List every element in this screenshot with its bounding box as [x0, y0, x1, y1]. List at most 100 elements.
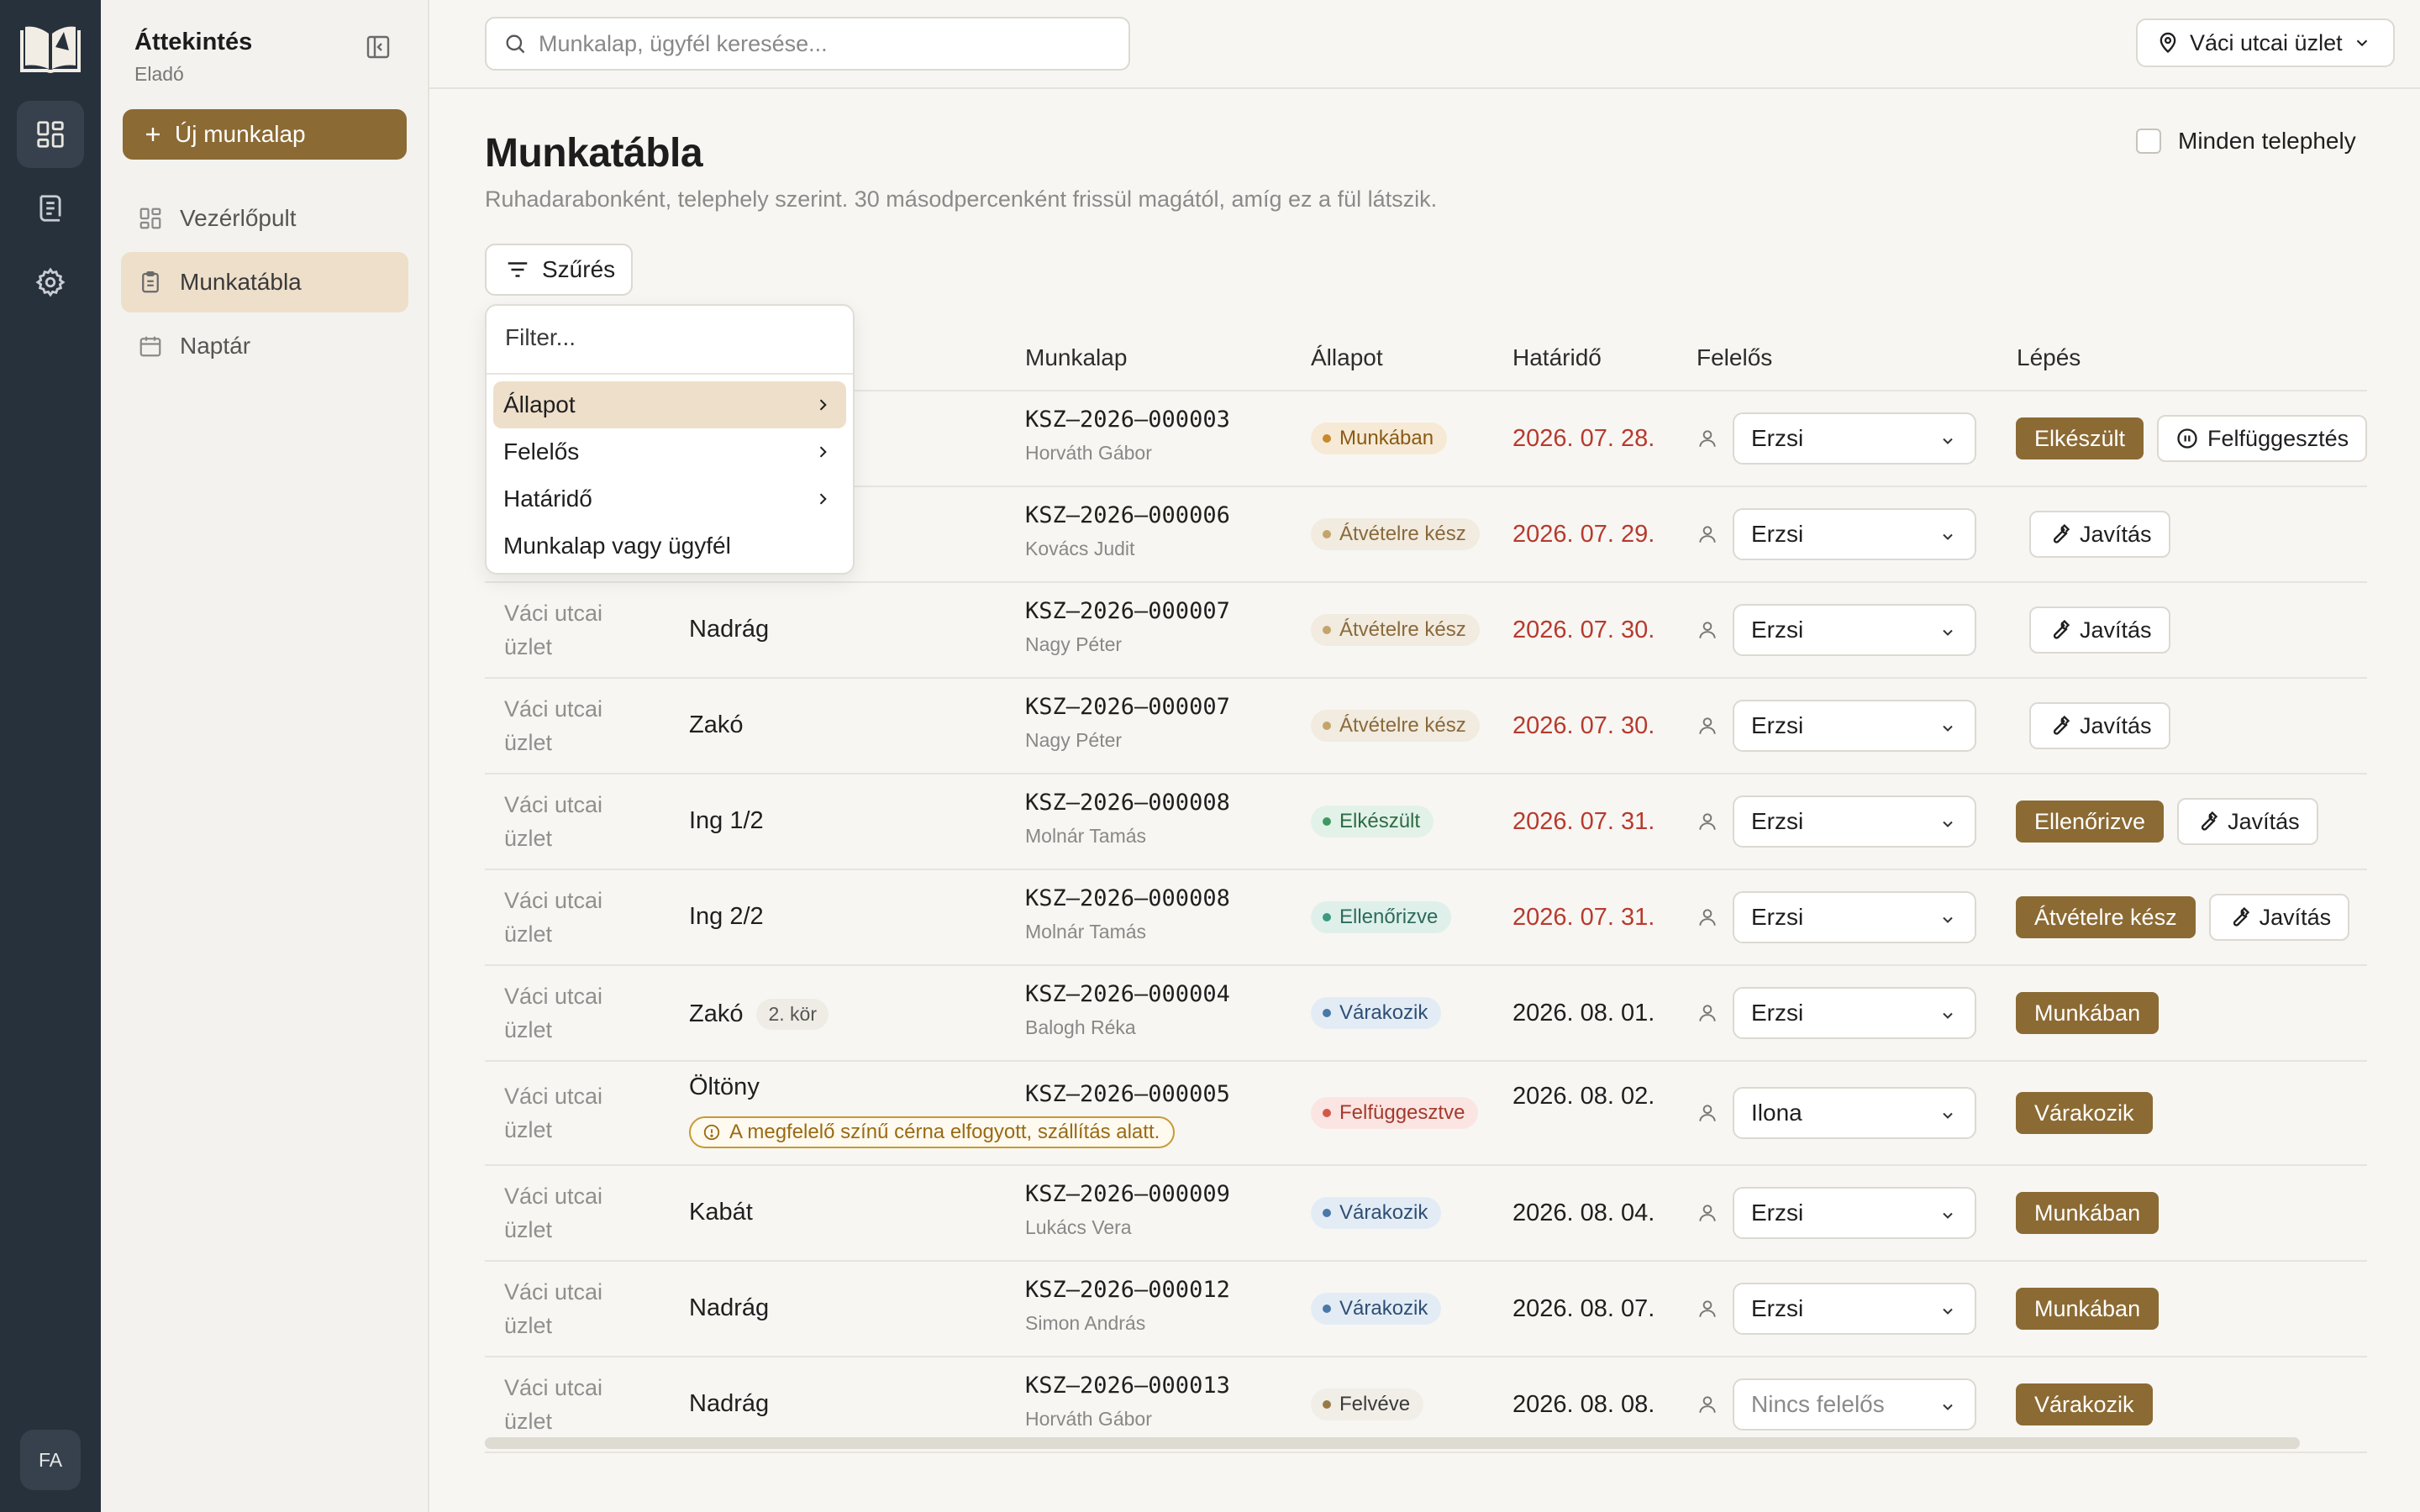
all-sites-label: Minden telephely [2178, 128, 2356, 154]
column-header-step: Lépés [2017, 344, 2081, 370]
assignee-select[interactable]: Ilona [1733, 1087, 1976, 1139]
action-label: Várakozik [2034, 1100, 2134, 1126]
step-action-button[interactable]: Várakozik [2016, 1383, 2153, 1425]
repair-button[interactable]: Javítás [2029, 511, 2170, 558]
all-sites-toggle[interactable]: Minden telephely [2136, 128, 2356, 155]
horizontal-scrollbar[interactable] [485, 1437, 2300, 1449]
worksheet-id-link[interactable]: KSZ–2026–000013 [1025, 1373, 1230, 1399]
worksheet-id-link[interactable]: KSZ–2026–000006 [1025, 502, 1230, 528]
worksheet-id-link[interactable]: KSZ–2026–000007 [1025, 694, 1230, 720]
chevron-down-icon [1939, 1207, 1956, 1224]
dropdown-item-deadline[interactable]: Határidő [493, 475, 846, 522]
assignee-select[interactable]: Erzsi [1733, 1187, 1976, 1239]
action-label: Javítás [2080, 712, 2152, 738]
wrench-icon [2196, 810, 2219, 833]
search-input[interactable] [539, 30, 1110, 57]
rail-worksheets-button[interactable] [17, 175, 84, 242]
worksheet-id-link[interactable]: KSZ–2026–000003 [1025, 407, 1230, 433]
status-badge: Átvételre kész [1311, 518, 1480, 550]
deadline-cell: 2026. 07. 30. [1512, 617, 1655, 643]
repair-button[interactable]: Javítás [2177, 798, 2318, 845]
assignee-select[interactable]: Erzsi [1733, 700, 1976, 752]
plus-icon [143, 124, 163, 144]
sidebar-item-vezerlopult[interactable]: Vezérlőpult [121, 188, 408, 249]
worksheet-id-link[interactable]: KSZ–2026–000012 [1025, 1277, 1230, 1303]
chevron-right-icon [814, 396, 831, 413]
step-action-button[interactable]: Munkában [2016, 992, 2160, 1034]
assignee-select[interactable]: Erzsi [1733, 604, 1976, 656]
step-action-button[interactable]: Átvételre kész [2016, 896, 2196, 938]
assignee-select[interactable]: Erzsi [1733, 508, 1976, 560]
assignee-select[interactable]: Erzsi [1733, 1283, 1976, 1335]
dropdown-item-status[interactable]: Állapot [493, 381, 846, 428]
worksheet-id-link[interactable]: KSZ–2026–000004 [1025, 981, 1230, 1007]
dashboard-icon [138, 206, 163, 231]
repair-button[interactable]: Javítás [2029, 606, 2170, 654]
round-badge: 2. kör [756, 999, 829, 1030]
chevron-down-icon [1939, 1303, 1956, 1320]
assignee-select[interactable]: Erzsi [1733, 891, 1976, 943]
assignee-value: Ilona [1751, 1100, 1802, 1126]
suspend-button[interactable]: Felfüggesztés [2157, 415, 2368, 462]
chevron-down-icon [1939, 1107, 1956, 1124]
customer-name: Kovács Judit [1025, 538, 1135, 559]
assignee-select[interactable]: Erzsi [1733, 795, 1976, 848]
sidebar-item-munkatabla[interactable]: Munkatábla [121, 252, 408, 312]
new-worksheet-button[interactable]: Új munkalap [123, 109, 407, 160]
dropdown-filter-input[interactable]: Filter... [505, 324, 576, 351]
status-badge: Várakozik [1311, 1197, 1442, 1229]
status-dot [1323, 913, 1331, 921]
step-action-button[interactable]: Munkában [2016, 1192, 2160, 1234]
search-box[interactable] [485, 17, 1130, 71]
garment-label: Ing 1/2 [689, 807, 764, 834]
deadline-cell: 2026. 07. 31. [1512, 808, 1655, 835]
status-badge: Ellenőrizve [1311, 901, 1452, 933]
status-label: Várakozik [1339, 1001, 1428, 1024]
step-action-button[interactable]: Ellenőrizve [2016, 801, 2165, 843]
worksheet-id-link[interactable]: KSZ–2026–000008 [1025, 885, 1230, 911]
dropdown-item-label: Határidő [503, 486, 592, 512]
step-action-button[interactable]: Elkészült [2016, 417, 2144, 459]
dropdown-item-label: Munkalap vagy ügyfél [503, 533, 731, 559]
open-book-logo-icon[interactable] [18, 22, 82, 77]
filter-button[interactable]: Szűrés [485, 244, 633, 296]
step-action-button[interactable]: Várakozik [2016, 1092, 2153, 1134]
status-badge: Munkában [1311, 423, 1448, 454]
sidebar-item-naptar[interactable]: Naptár [121, 316, 408, 376]
worksheet-icon [34, 192, 66, 224]
assignee-value: Erzsi [1751, 712, 1804, 738]
filter-lines-icon [505, 257, 530, 282]
rail-dashboard-button[interactable] [17, 101, 84, 168]
worksheet-id-link[interactable]: KSZ–2026–000005 [1025, 1081, 1230, 1107]
location-selector[interactable]: Váci utcai üzlet [2136, 18, 2395, 67]
action-label: Felfüggesztés [2207, 425, 2349, 451]
assignee-value: Erzsi [1751, 904, 1804, 930]
rail-settings-button[interactable] [17, 249, 84, 316]
dropdown-item-assignee[interactable]: Felelős [493, 428, 846, 475]
top-bar: Váci utcai üzlet [429, 0, 2420, 89]
chevron-down-icon [2353, 34, 2371, 52]
all-sites-checkbox[interactable] [2136, 129, 2161, 154]
new-worksheet-label: Új munkalap [175, 121, 306, 147]
status-badge: Várakozik [1311, 1293, 1442, 1325]
action-label: Átvételre kész [2034, 904, 2177, 930]
repair-button[interactable]: Javítás [2208, 894, 2350, 941]
worksheet-id-link[interactable]: KSZ–2026–000008 [1025, 790, 1230, 816]
step-action-button[interactable]: Munkában [2016, 1288, 2160, 1330]
repair-button[interactable]: Javítás [2029, 702, 2170, 749]
dropdown-item-label: Állapot [503, 391, 576, 417]
assignee-select[interactable]: Erzsi [1733, 412, 1976, 465]
table-row: Váci utcai üzlet Ing 1/2 KSZ–2026–000008 Mo… [485, 774, 2367, 869]
avatar[interactable]: FA [20, 1430, 81, 1490]
worksheet-id-link[interactable]: KSZ–2026–000007 [1025, 598, 1230, 624]
collapse-sidebar-icon[interactable] [365, 34, 392, 60]
worksheet-id-link[interactable]: KSZ–2026–000009 [1025, 1181, 1230, 1207]
assignee-select[interactable]: Erzsi [1733, 987, 1976, 1039]
action-label: Elkészült [2034, 425, 2126, 451]
site-cell: Váci utcai üzlet [504, 1184, 603, 1242]
dropdown-item-worksheet-or-customer[interactable]: Munkalap vagy ügyfél [493, 522, 846, 570]
wrench-icon [2048, 618, 2071, 642]
assignee-select[interactable]: Nincs felelős [1733, 1378, 1976, 1431]
filter-dropdown: Filter... Állapot Felelős Határidő Munka… [485, 304, 855, 575]
search-icon [503, 32, 527, 55]
